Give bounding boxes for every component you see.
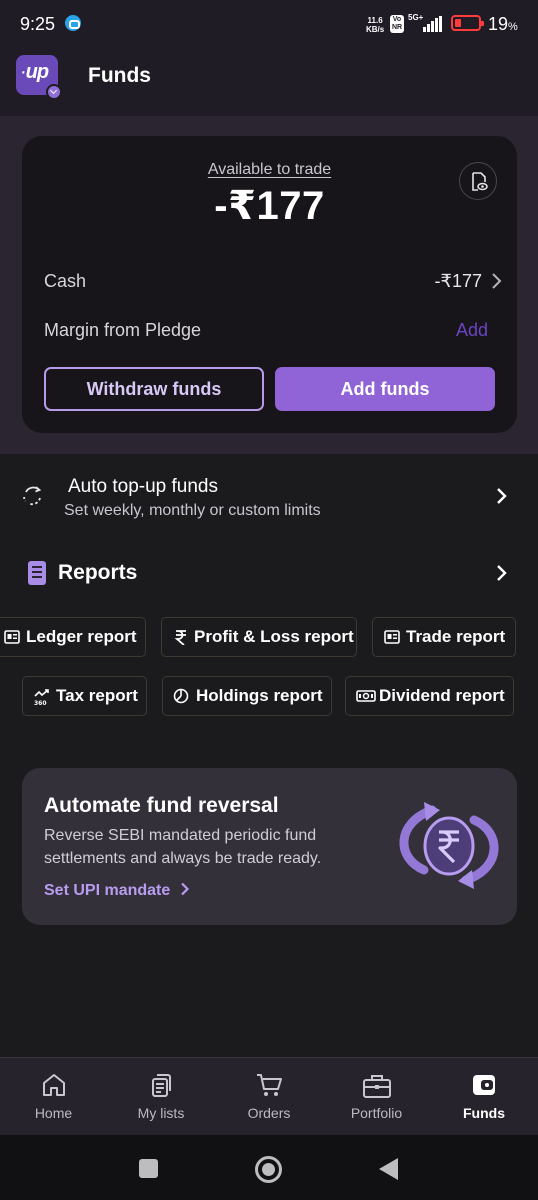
chevron-right-icon: [497, 488, 507, 504]
available-amount: -₹177: [214, 184, 325, 228]
holdings-report-chip[interactable]: Holdings report: [162, 676, 332, 716]
fund-reversal-illustration-icon: [399, 802, 499, 889]
set-upi-mandate-label: Set UPI mandate: [44, 882, 171, 899]
chip-label: Ledger report: [26, 627, 137, 646]
available-to-trade-link[interactable]: Available to trade: [22, 161, 517, 179]
signal-bars-icon: [423, 16, 443, 32]
chip-label: Holdings report: [196, 686, 323, 705]
logo-text: ·up: [20, 61, 49, 83]
network-speed: 11.6 KB/s: [366, 16, 384, 34]
banknote-icon: [356, 690, 376, 702]
back-button[interactable]: [379, 1158, 398, 1180]
volte-icon: Vo NR: [390, 15, 404, 33]
chip-label: Trade report: [406, 627, 506, 646]
home-button[interactable]: [255, 1156, 282, 1183]
svg-text:360: 360: [34, 700, 47, 706]
profit-loss-report-chip[interactable]: Profit & Loss report: [161, 617, 357, 657]
trade-icon: [384, 630, 400, 644]
margin-label: Margin from Pledge: [44, 320, 202, 340]
dividend-report-chip[interactable]: Dividend report: [345, 676, 514, 716]
tax-report-chip[interactable]: 360 Tax report: [22, 676, 147, 716]
briefcase-icon: [362, 1075, 391, 1098]
ledger-icon: [4, 630, 20, 644]
bottom-navigation: Home My lists Orders Portfolio Funds: [0, 1057, 538, 1135]
nav-label: Orders: [247, 1105, 291, 1121]
chip-label: Dividend report: [379, 686, 505, 705]
hide-balance-button[interactable]: [459, 162, 497, 200]
status-bar: 9:25 11.6 KB/s Vo NR 5G+ 19%: [0, 0, 538, 48]
page-title: Funds: [88, 64, 151, 87]
funds-card: Available to trade -₹177 Cash -₹177 Marg…: [22, 136, 517, 433]
network-speed-unit: KB/s: [366, 25, 385, 34]
upstox-logo-button[interactable]: ·up: [16, 55, 62, 100]
nav-my-lists[interactable]: My lists: [107, 1058, 215, 1136]
network-speed-value: 11.6: [367, 16, 383, 25]
set-upi-mandate-link[interactable]: Set UPI mandate: [44, 882, 191, 900]
promo-description: Reverse SEBI mandated periodic fund sett…: [44, 827, 322, 867]
chip-label: Tax report: [56, 686, 138, 705]
chevron-right-icon: [492, 273, 502, 289]
cart-icon: [257, 1074, 282, 1096]
chevron-right-icon: [180, 882, 189, 896]
cash-row[interactable]: Cash -₹177: [44, 271, 502, 292]
reports-header[interactable]: Reports: [0, 554, 538, 594]
nav-funds[interactable]: Funds: [430, 1058, 538, 1136]
nav-label: Home: [34, 1105, 73, 1121]
promo-title: Automate fund reversal: [44, 794, 279, 817]
lists-icon: [152, 1074, 171, 1097]
chip-label: Profit & Loss report: [194, 627, 354, 646]
wallet-icon: [473, 1075, 495, 1095]
add-funds-button[interactable]: Add funds: [275, 367, 495, 411]
auto-topup-subtitle: Set weekly, monthly or custom limits: [64, 502, 321, 519]
nav-label: Funds: [463, 1105, 505, 1121]
chevron-right-icon: [497, 565, 507, 581]
reports-title: Reports: [58, 561, 138, 584]
rupee-icon: [174, 630, 186, 645]
app-bar: ·up Funds: [0, 48, 538, 116]
cash-value: -₹177: [434, 271, 482, 291]
nav-orders[interactable]: Orders: [215, 1058, 323, 1136]
status-time: 9:25: [20, 14, 56, 34]
battery-percent: 19%: [488, 14, 518, 34]
auto-refresh-icon: [23, 486, 42, 506]
auto-topup-title: Auto top-up funds: [68, 476, 218, 497]
home-icon: [42, 1074, 65, 1096]
battery-icon: [451, 15, 484, 31]
network-type: 5G+: [408, 13, 424, 22]
auto-topup-row[interactable]: Auto top-up funds Set weekly, monthly or…: [0, 462, 538, 534]
telegram-notification-icon: [65, 15, 81, 31]
automate-fund-reversal-card: Automate fund reversal Reverse SEBI mand…: [22, 768, 517, 925]
hide-balance-icon: [472, 172, 488, 191]
nav-label: Portfolio: [350, 1105, 403, 1121]
recent-apps-button[interactable]: [139, 1159, 158, 1178]
withdraw-funds-button[interactable]: Withdraw funds: [44, 367, 264, 411]
nav-portfolio[interactable]: Portfolio: [323, 1058, 430, 1136]
account-switch-icon: [46, 84, 62, 100]
report-document-icon: [28, 561, 46, 585]
trade-report-chip[interactable]: Trade report: [372, 617, 516, 657]
tax-icon: 360: [34, 689, 49, 706]
system-navigation-bar: [0, 1135, 538, 1200]
pie-chart-icon: [173, 688, 189, 704]
nav-label: My lists: [137, 1105, 185, 1121]
margin-row: Margin from Pledge Add: [44, 320, 494, 341]
add-pledge-link[interactable]: Add: [456, 320, 488, 341]
ledger-report-chip[interactable]: Ledger report: [0, 617, 146, 657]
cash-label: Cash: [44, 271, 87, 291]
nav-home[interactable]: Home: [0, 1058, 107, 1136]
